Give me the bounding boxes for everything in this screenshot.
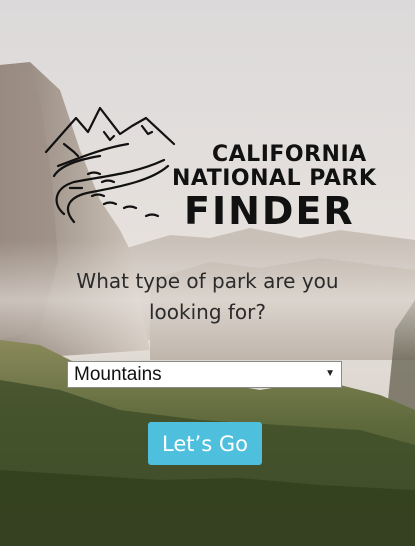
brand-line-national-park: NATIONAL PARK [172, 166, 377, 191]
lets-go-button[interactable]: Let’s Go [148, 422, 262, 465]
question-line-2: looking for? [148, 300, 266, 324]
park-type-select[interactable]: Mountains ▼ [67, 361, 342, 388]
park-type-selected-value: Mountains [74, 364, 162, 385]
dropdown-arrow-icon: ▼ [325, 368, 335, 379]
park-finder-page: CALIFORNIA NATIONAL PARK FINDER What typ… [0, 0, 415, 546]
logo: CALIFORNIA NATIONAL PARK FINDER [44, 104, 377, 234]
brand-line-finder: FINDER [184, 189, 355, 233]
question-line-1: What type of park are you [76, 269, 339, 293]
park-type-question: What type of park are you looking for? [30, 266, 385, 328]
brand-line-california: CALIFORNIA [212, 142, 367, 167]
